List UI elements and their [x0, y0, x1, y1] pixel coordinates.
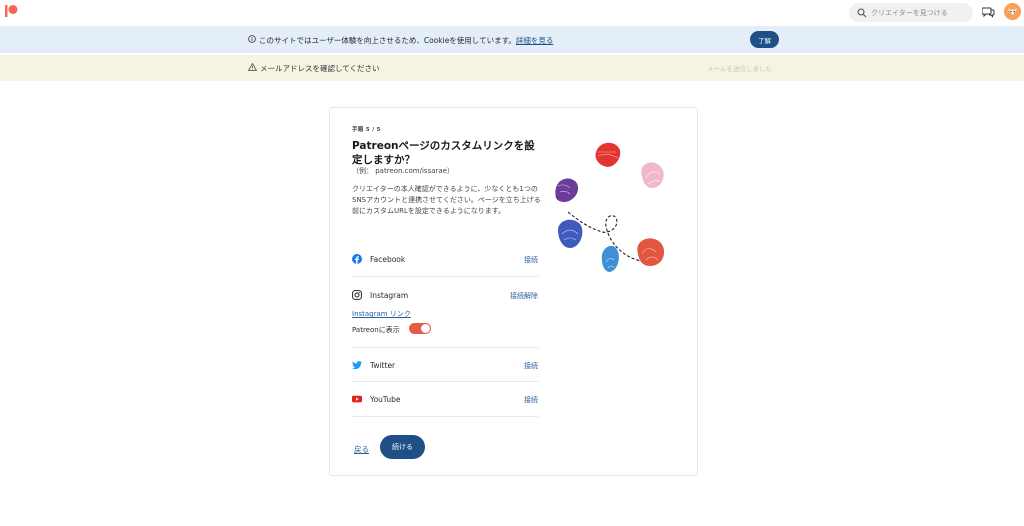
url-example: （例： patreon.com/issarae） — [352, 167, 454, 175]
info-icon — [248, 35, 256, 43]
youtube-connect-button[interactable]: 接続 — [524, 395, 538, 405]
toggle-knob — [421, 324, 430, 333]
search-input[interactable] — [871, 8, 963, 17]
back-link[interactable]: 戻る — [354, 444, 369, 455]
cookie-message-text: このサイトではユーザー体験を向上させるため、Cookieを使用しています。 — [259, 36, 516, 45]
page-title: Patreonページのカスタムリンクを設定しますか？ — [352, 140, 535, 166]
show-on-patreon-label: Patreonに表示 — [352, 326, 400, 334]
fox-avatar-icon — [1004, 3, 1021, 20]
continue-button[interactable]: 続ける — [380, 435, 425, 459]
email-sent-label: メールを送信しました — [707, 65, 772, 73]
warning-icon — [248, 63, 257, 71]
instagram-profile-link[interactable]: Instagram リンク — [352, 309, 411, 319]
cookie-message: このサイトではユーザー体験を向上させるため、Cookieを使用しています。詳細を… — [259, 35, 553, 46]
patreon-logo-icon[interactable] — [4, 4, 18, 18]
cookie-details-link[interactable]: 詳細を見る — [516, 36, 554, 45]
search-icon — [857, 7, 867, 17]
email-verify-message: メールアドレスを確認してください — [260, 64, 380, 73]
description-text: クリエイターの本人確認ができるように、少なくとも1つのSNSアカウントと連携させ… — [352, 185, 541, 215]
top-nav — [0, 0, 1024, 26]
instagram-label: Instagram — [370, 291, 409, 300]
youtube-icon — [352, 395, 362, 403]
youtube-label: YouTube — [370, 395, 401, 404]
show-on-patreon-toggle[interactable] — [409, 323, 431, 334]
facebook-row: Facebook 接続 — [352, 242, 538, 277]
user-avatar[interactable] — [1004, 3, 1021, 20]
decorative-blobs-illustration — [555, 142, 665, 272]
instagram-disconnect-button[interactable]: 接続解除 — [510, 291, 538, 301]
chat-bubbles-icon[interactable] — [982, 6, 995, 18]
twitter-label: Twitter — [370, 361, 396, 370]
facebook-icon — [352, 254, 362, 264]
facebook-label: Facebook — [370, 255, 406, 264]
setup-card: 手順 5 / 5 Patreonページのカスタムリンクを設定しますか？ （例： … — [329, 107, 698, 476]
twitter-connect-button[interactable]: 接続 — [524, 361, 538, 371]
instagram-icon — [352, 290, 362, 300]
instagram-row: Instagram 接続解除 Instagram リンク Patreonに表示 — [352, 277, 538, 348]
social-accounts-list: Facebook 接続 Instagram 接続解除 Instagram リンク… — [352, 242, 538, 417]
cookie-accept-button[interactable]: 了解 — [750, 31, 779, 48]
youtube-row: YouTube 接続 — [352, 382, 538, 417]
cookie-banner: このサイトではユーザー体験を向上させるため、Cookieを使用しています。詳細を… — [0, 26, 1024, 53]
facebook-connect-button[interactable]: 接続 — [524, 255, 538, 265]
search-bar[interactable] — [849, 3, 973, 22]
email-verify-banner: メールアドレスを確認してください メールを送信しました — [0, 55, 1024, 81]
twitter-row: Twitter 接続 — [352, 348, 538, 382]
twitter-bird-icon — [352, 361, 362, 370]
step-indicator: 手順 5 / 5 — [352, 127, 381, 133]
